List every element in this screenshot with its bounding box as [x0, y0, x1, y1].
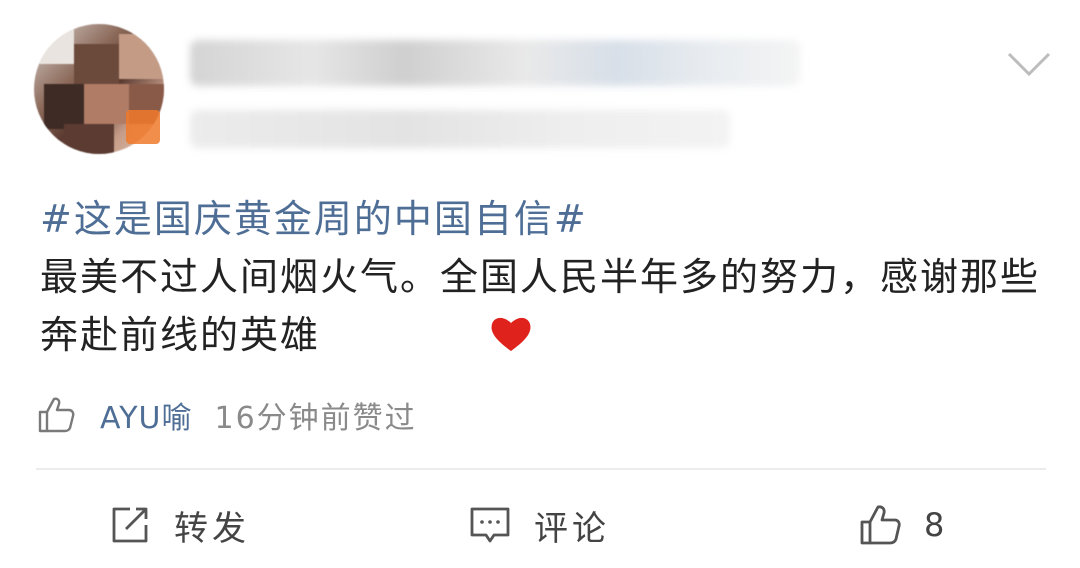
thumbs-up-icon	[38, 397, 75, 433]
repost-button[interactable]: 转发	[108, 492, 250, 558]
comment-button[interactable]: 评论	[468, 492, 610, 558]
comment-icon	[470, 507, 510, 543]
red-heart-icon	[491, 317, 531, 351]
post-meta-redacted	[190, 110, 730, 148]
liked-by-row: AYU喻 16分钟前赞过	[36, 392, 417, 438]
comment-label: 评论	[534, 508, 610, 549]
repost-label: 转发	[174, 508, 250, 549]
action-bar: 转发 评论 8	[0, 492, 1080, 558]
liked-by-user-link[interactable]: AYU喻	[100, 393, 192, 437]
username-redacted[interactable]	[190, 40, 800, 86]
like-button[interactable]: 8	[858, 492, 944, 558]
chevron-down-icon[interactable]	[1004, 44, 1054, 84]
topic-hashtag-link[interactable]: #这是国庆黄金周的中国自信#	[40, 188, 588, 243]
post-text: 最美不过人间烟火气。全国人民半年多的努力，感谢那些奔赴前线的英雄	[40, 255, 1041, 357]
liked-time: 16分钟前赞过	[214, 401, 417, 436]
like-count: 8	[924, 506, 945, 544]
divider	[36, 468, 1046, 470]
verified-badge-icon	[126, 110, 160, 144]
share-icon	[112, 507, 148, 543]
thumbs-up-icon	[860, 505, 901, 545]
